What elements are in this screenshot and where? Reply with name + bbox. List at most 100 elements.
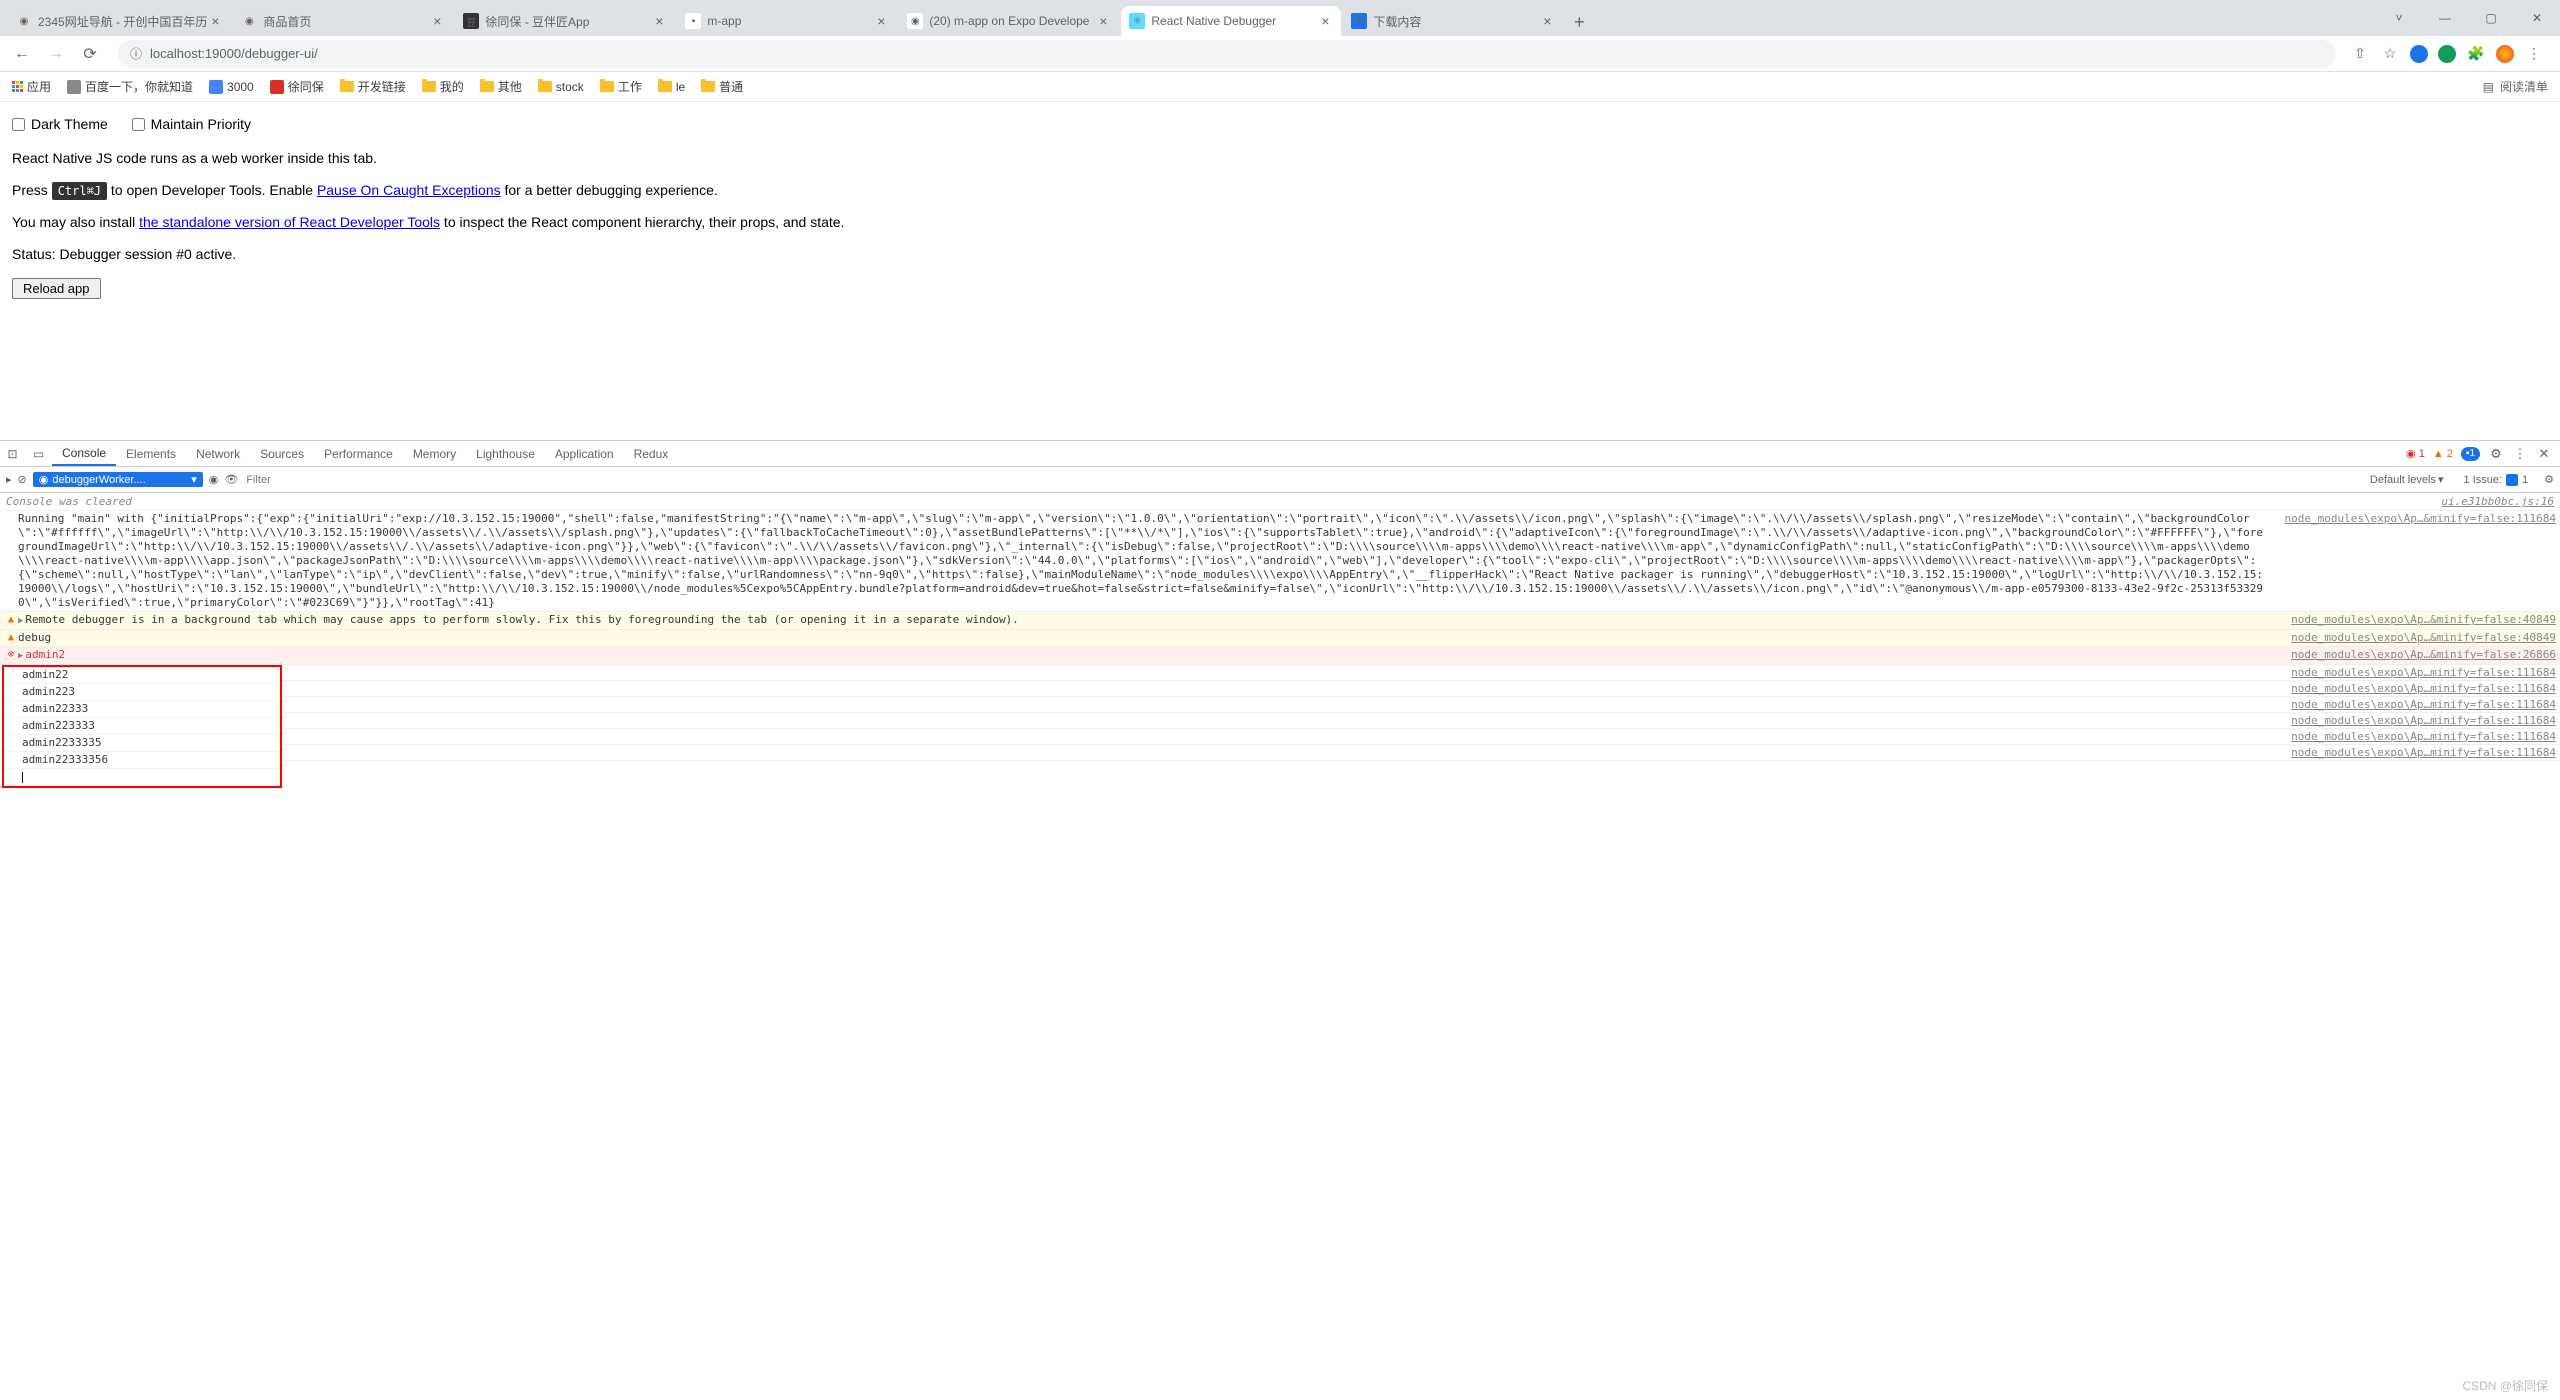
bookmark-item[interactable]: 其他: [480, 78, 522, 95]
source-link[interactable]: node_modules\expo\Ap…&minify=false:40849: [2271, 613, 2556, 626]
maintain-priority-checkbox[interactable]: Maintain Priority: [132, 116, 251, 132]
url-input[interactable]: ⓘ localhost:19000/debugger-ui/: [118, 40, 2336, 68]
close-devtools-icon[interactable]: ✕: [2536, 446, 2552, 462]
intro-text: React Native JS code runs as a web worke…: [12, 150, 2548, 166]
extensions-icon[interactable]: 🧩: [2466, 44, 2486, 64]
reading-list-button[interactable]: ▤ 阅读清单: [2483, 78, 2548, 95]
share-icon[interactable]: ⇧: [2350, 44, 2370, 64]
devtools-tab[interactable]: Application: [545, 441, 624, 466]
source-link[interactable]: node_modules\expo\Ap…minify=false:111684: [2271, 714, 2556, 727]
tab-title: React Native Debugger: [1151, 14, 1317, 28]
tab-close-icon[interactable]: ×: [429, 13, 445, 29]
bookmark-item[interactable]: le: [658, 78, 685, 95]
browser-tab[interactable]: ⬇下载内容×: [1343, 6, 1563, 36]
devtools-tab[interactable]: Performance: [314, 441, 403, 466]
bookmark-item[interactable]: 工作: [600, 78, 642, 95]
avatar-icon[interactable]: [2496, 45, 2514, 63]
extension-icon-2[interactable]: [2438, 45, 2456, 63]
tab-close-icon[interactable]: ×: [651, 13, 667, 29]
list-icon: ▤: [2483, 80, 2494, 94]
tab-close-icon[interactable]: ×: [1095, 13, 1111, 29]
context-selector[interactable]: ◉ debuggerWorker....: [33, 472, 203, 487]
devtools-tab[interactable]: Lighthouse: [466, 441, 545, 466]
log-levels-selector[interactable]: Default levels ▾: [2370, 473, 2444, 486]
warning-icon: ▲: [4, 614, 18, 625]
console-input-row[interactable]: [4, 769, 280, 786]
console-filter-input[interactable]: [244, 472, 2364, 488]
star-icon[interactable]: ☆: [2380, 44, 2400, 64]
error-indicator[interactable]: ◉ 1: [2406, 447, 2425, 460]
devtools-tab[interactable]: Memory: [403, 441, 466, 466]
reload-app-button[interactable]: Reload app: [12, 278, 101, 299]
console-log-row: Running "main" with {"initialProps":{"ex…: [0, 511, 2560, 612]
eye-icon[interactable]: 👁: [224, 473, 238, 486]
source-link[interactable]: node_modules\expo\Ap…minify=false:111684: [2271, 666, 2556, 679]
extension-icon-1[interactable]: [2410, 45, 2428, 63]
browser-tab[interactable]: ⚛React Native Debugger×: [1121, 6, 1341, 36]
window-close-button[interactable]: ✕: [2514, 0, 2560, 36]
keyboard-shortcut: Ctrl⌘J: [52, 182, 107, 200]
minimize-button[interactable]: —: [2422, 0, 2468, 36]
clear-console-icon[interactable]: ⊘: [18, 473, 27, 486]
browser-tab[interactable]: ◉(20) m-app on Expo Develope×: [899, 6, 1119, 36]
devtools-tab[interactable]: Sources: [250, 441, 314, 466]
more-icon[interactable]: ⋮: [2512, 446, 2528, 462]
maximize-button[interactable]: ▢: [2468, 0, 2514, 36]
source-link[interactable]: node_modules\expo\Ap…minify=false:111684: [2271, 682, 2556, 695]
warning-indicator[interactable]: ▲ 2: [2433, 448, 2453, 460]
error-icon: ⊗: [4, 649, 18, 660]
tab-close-icon[interactable]: ×: [1539, 13, 1555, 29]
browser-tab[interactable]: 豆徐同保 - 豆伴匠App×: [455, 6, 675, 36]
devtools-tab[interactable]: Elements: [116, 441, 186, 466]
browser-tab[interactable]: ▪m-app×: [677, 6, 897, 36]
browser-tab[interactable]: ◉商品首页×: [233, 6, 453, 36]
chevron-down-icon[interactable]: ˅: [2376, 0, 2422, 36]
devtools-tab[interactable]: Console: [52, 441, 116, 466]
tab-title: 商品首页: [263, 13, 429, 30]
bookmark-item[interactable]: 百度一下，你就知道: [67, 78, 193, 95]
tab-close-icon[interactable]: ×: [207, 13, 223, 29]
reload-button[interactable]: ⟳: [76, 40, 104, 68]
bookmark-item[interactable]: 开发链接: [340, 78, 406, 95]
bookmark-favicon: [270, 80, 284, 94]
info-indicator[interactable]: ▪ 1: [2461, 447, 2480, 461]
source-link[interactable]: node_modules\expo\Ap…minify=false:111684: [2271, 698, 2556, 711]
settings-icon[interactable]: ⚙: [2488, 446, 2504, 462]
bookmark-item[interactable]: stock: [538, 78, 584, 95]
bookmark-item[interactable]: 3000: [209, 78, 254, 95]
address-bar: ← → ⟳ ⓘ localhost:19000/debugger-ui/ ⇧ ☆…: [0, 36, 2560, 72]
tab-close-icon[interactable]: ×: [873, 13, 889, 29]
device-toggle-icon[interactable]: ▭: [26, 441, 52, 466]
browser-tab[interactable]: ◉2345网址导航 - 开创中国百年历×: [8, 6, 231, 36]
bookmark-item[interactable]: 我的: [422, 78, 464, 95]
live-expression-icon[interactable]: ◉: [209, 473, 219, 486]
new-tab-button[interactable]: +: [1565, 8, 1593, 36]
devtools-tab[interactable]: Network: [186, 441, 250, 466]
standalone-devtools-link[interactable]: the standalone version of React Develope…: [139, 214, 440, 230]
inspect-element-icon[interactable]: ⊡: [0, 441, 26, 466]
devtools-panel: ⊡ ▭ ConsoleElementsNetworkSourcesPerform…: [0, 440, 2560, 1400]
back-button[interactable]: ←: [8, 40, 36, 68]
issues-button[interactable]: 1 Issue: 1: [2463, 474, 2528, 486]
source-link[interactable]: node_modules\expo\Ap…minify=false:111684: [2271, 730, 2556, 743]
source-link[interactable]: ui.e31bb0bc.js:16: [2421, 495, 2554, 508]
menu-icon[interactable]: ⋮: [2524, 44, 2544, 64]
console-warning-row: ▲ ▶Remote debugger is in a background ta…: [0, 612, 2560, 630]
console-log-row: admin22: [4, 667, 280, 684]
console-settings-icon[interactable]: ⚙: [2544, 473, 2554, 486]
devtools-tab[interactable]: Redux: [624, 441, 679, 466]
source-link[interactable]: node_modules\expo\Ap…&minify=false:11168…: [2264, 512, 2556, 525]
source-link[interactable]: node_modules\expo\Ap…&minify=false:26866: [2271, 648, 2556, 661]
tab-close-icon[interactable]: ×: [1317, 13, 1333, 29]
source-link[interactable]: node_modules\expo\Ap…&minify=false:40849: [2271, 631, 2556, 644]
dark-theme-checkbox[interactable]: Dark Theme: [12, 116, 108, 132]
source-link[interactable]: node_modules\expo\Ap…minify=false:111684: [2271, 746, 2556, 759]
site-info-icon[interactable]: ⓘ: [130, 45, 142, 62]
bookmark-item[interactable]: 徐同保: [270, 78, 324, 95]
bookmark-item[interactable]: 普通: [701, 78, 743, 95]
console-src-row: node_modules\expo\Ap…minify=false:111684: [282, 697, 2560, 713]
forward-button[interactable]: →: [42, 40, 70, 68]
sidebar-toggle-icon[interactable]: ▸: [6, 473, 12, 486]
apps-button[interactable]: 应用: [12, 78, 51, 95]
pause-exceptions-link[interactable]: Pause On Caught Exceptions: [317, 182, 501, 198]
